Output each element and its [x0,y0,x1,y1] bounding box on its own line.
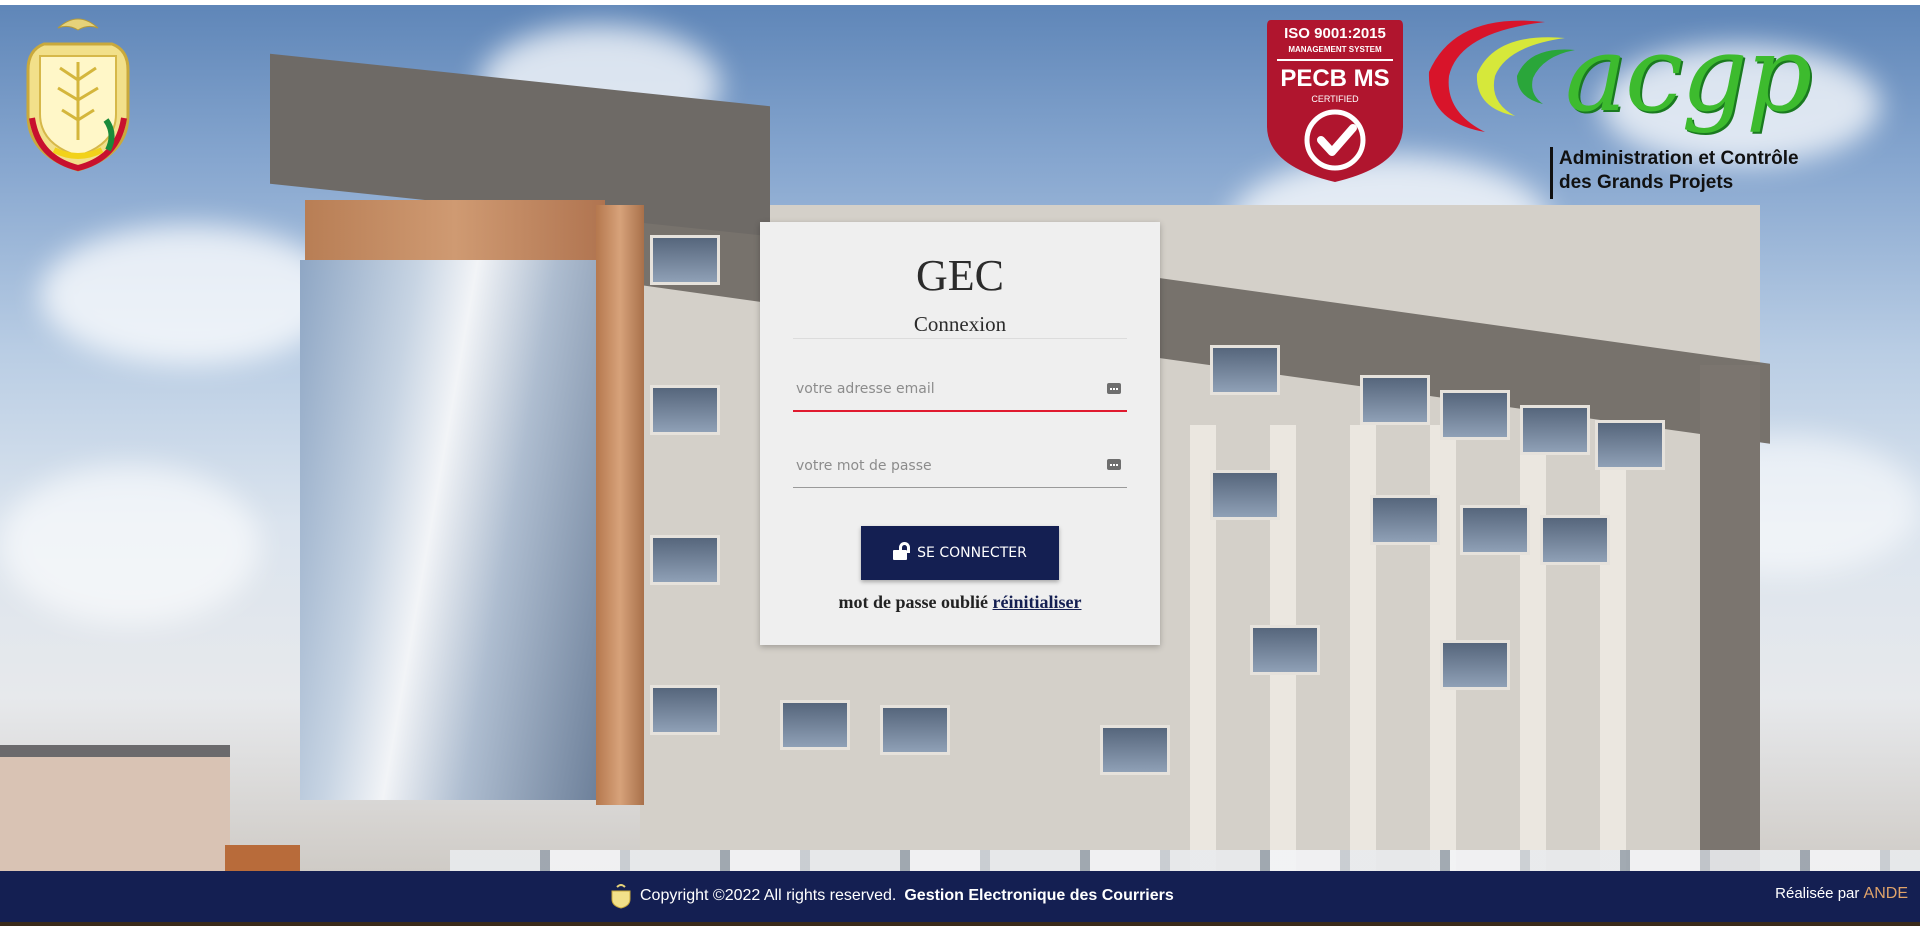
footer: Copyright ©2022 All rights reserved. Ges… [0,871,1920,926]
forgot-password-line: mot de passe oublié réinitialiser [760,592,1160,613]
login-button-label: SE CONNECTER [917,545,1027,561]
password-field-wrapper [793,444,1127,488]
made-by-brand: ANDE [1863,885,1908,902]
keyboard-icon [1107,459,1121,470]
svg-text:ISO 9001:2015: ISO 9001:2015 [1284,25,1386,42]
divider [793,338,1127,339]
login-subtitle: Connexion [913,312,1007,336]
acgp-subtitle: Administration et Contrôle des Grands Pr… [1559,148,1799,193]
made-by: Réalisée par ANDE [1775,885,1908,903]
svg-text:CERTIFIED: CERTIFIED [1311,94,1359,104]
forgot-password-text: mot de passe oublié [838,592,989,612]
login-card: GEC Connexion SE CONNECTER mot de passe … [760,222,1160,645]
acgp-wordmark: acgp [1565,13,1812,135]
crest-icon [611,884,631,909]
footer-app-name: Gestion Electronique des Courriers [904,887,1174,904]
svg-text:MANAGEMENT SYSTEM: MANAGEMENT SYSTEM [1288,45,1382,54]
keyboard-icon [1107,383,1121,394]
svg-text:PECB MS: PECB MS [1280,65,1389,92]
password-field[interactable] [793,444,1127,487]
email-field[interactable] [793,368,1127,410]
acgp-swoosh-icon [1428,20,1575,133]
reset-password-link[interactable]: réinitialiser [993,592,1082,612]
made-by-prefix: Réalisée par [1775,885,1860,902]
unlock-icon [893,542,911,560]
iso-certification-badge: ISO 9001:2015 MANAGEMENT SYSTEM PECB MS … [1267,20,1403,182]
app-title: GEC [916,251,1004,300]
email-field-wrapper [793,368,1127,412]
acgp-logo: acgp Administration et Contrôle des Gran… [1425,12,1845,199]
copyright-text: Copyright ©2022 All rights reserved. [640,887,897,904]
login-button[interactable]: SE CONNECTER [861,526,1059,580]
guinea-crest-logo [26,18,130,172]
